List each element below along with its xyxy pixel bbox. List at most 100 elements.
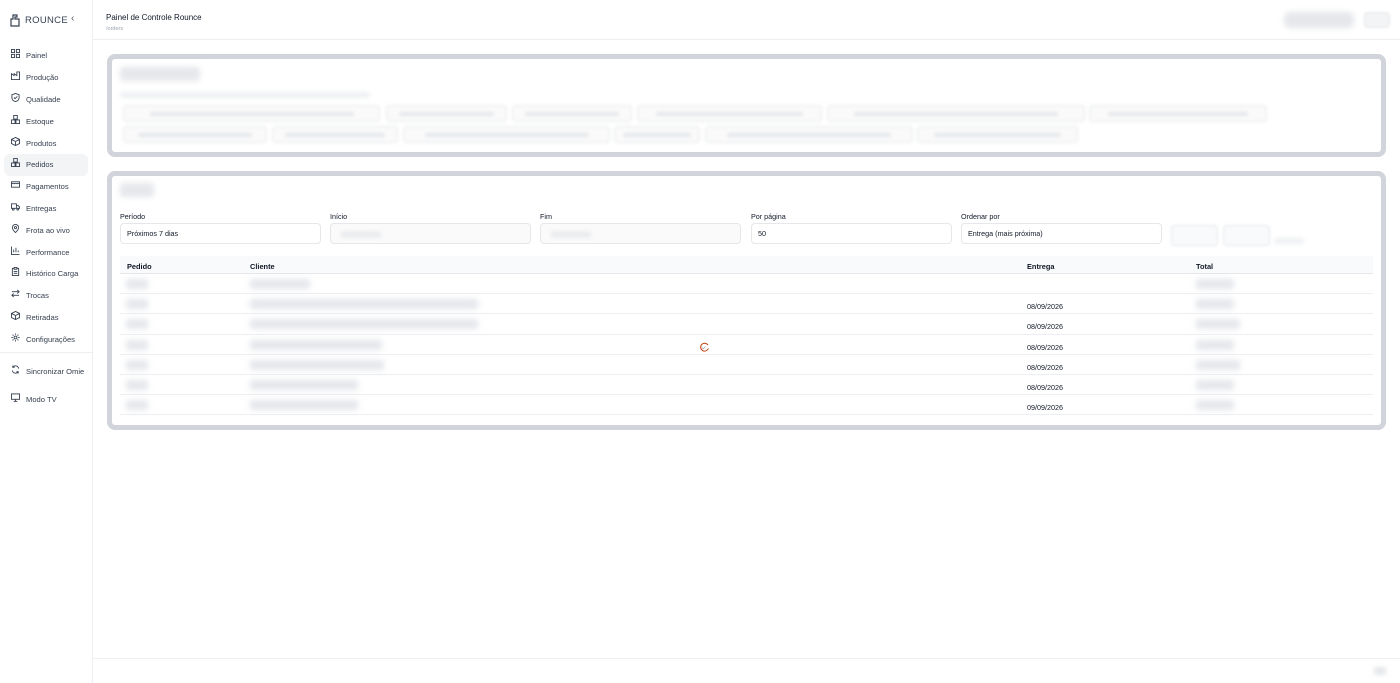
sidebar-item-label: Trocas — [26, 291, 49, 301]
sidebar-item-label: Produtos — [26, 138, 57, 148]
client-cell — [250, 339, 382, 350]
summary-card — [107, 54, 1386, 157]
credit-card-icon — [10, 180, 20, 190]
rounce-logo-icon — [10, 13, 20, 27]
column-header-pedido[interactable]: Pedido — [127, 262, 152, 271]
order-id-cell — [126, 339, 148, 350]
table-row[interactable] — [120, 274, 1373, 295]
result-count — [1274, 238, 1304, 244]
column-header-cliente[interactable]: Cliente — [250, 262, 275, 271]
sidebar-item-produtos[interactable]: Produtos — [4, 132, 88, 154]
filter-chip[interactable] — [123, 105, 380, 122]
sidebar-item-label: Pedidos — [26, 160, 54, 170]
header-action-button[interactable] — [1364, 12, 1390, 28]
order-id-cell — [126, 299, 148, 310]
spinner-icon — [700, 342, 709, 352]
sidebar-item-label: Produção — [26, 73, 59, 83]
table-header: Pedido Cliente Entrega Total — [120, 256, 1373, 274]
delivery-date-cell: 08/09/2026 — [1027, 362, 1063, 372]
filter-chip[interactable] — [917, 126, 1078, 143]
filter-chip[interactable] — [123, 126, 267, 143]
order-id-cell — [126, 319, 148, 330]
user-menu[interactable] — [1284, 12, 1354, 28]
per-page-label: Por página — [751, 212, 786, 221]
order-id-cell — [126, 359, 148, 370]
clipboard-icon — [10, 267, 20, 277]
per-page-input[interactable]: 50 — [751, 223, 952, 244]
route-path: /orders — [106, 26, 124, 32]
boxes-icon — [10, 114, 20, 124]
filter-chip[interactable] — [403, 126, 610, 143]
sidebar-item-label: Pagamentos — [26, 182, 69, 192]
period-label: Período — [120, 212, 146, 221]
end-date-label: Fim — [540, 212, 552, 221]
sidebar: ROUNCE ‹ Painel Produção Qualidade Estoq… — [0, 0, 93, 683]
clear-filters-button[interactable] — [1223, 225, 1270, 246]
sidebar-item-estoque[interactable]: Estoque — [4, 110, 88, 132]
sidebar-item-frota-ao-vivo[interactable]: Frota ao vivo — [4, 219, 88, 241]
tv-mode-button[interactable]: Modo TV — [4, 385, 88, 413]
sidebar-item-label: Qualidade — [26, 94, 61, 104]
sidebar-item-entregas[interactable]: Entregas — [4, 198, 88, 220]
orders-table: Pedido Cliente Entrega Total 08/09/2026 … — [120, 256, 1373, 416]
sidebar-item-historico-carga[interactable]: Histórico Carga — [4, 263, 88, 285]
brand: ROUNCE — [10, 12, 68, 28]
boxes-icon — [10, 158, 20, 168]
total-cell — [1196, 379, 1234, 390]
sidebar-item-pagamentos[interactable]: Pagamentos — [4, 176, 88, 198]
delivery-date-cell: 08/09/2026 — [1027, 342, 1063, 352]
filter-chip[interactable] — [1089, 105, 1267, 122]
end-date-input[interactable] — [540, 223, 741, 244]
order-id-cell — [126, 379, 148, 390]
sort-select[interactable]: Entrega (mais próxima) — [961, 223, 1162, 244]
sidebar-item-label: Retiradas — [26, 312, 59, 322]
apply-filters-button[interactable] — [1171, 225, 1218, 246]
filter-chip[interactable] — [637, 105, 822, 122]
sidebar-item-qualidade[interactable]: Qualidade — [4, 89, 88, 111]
client-cell — [250, 299, 478, 310]
sidebar-item-producao[interactable]: Produção — [4, 67, 88, 89]
filter-chip[interactable] — [705, 126, 913, 143]
column-header-total[interactable]: Total — [1196, 262, 1213, 271]
page-footer — [93, 658, 1400, 683]
delivery-date-cell: 08/09/2026 — [1027, 302, 1063, 312]
filter-chip[interactable] — [614, 126, 700, 143]
dashboard-grid-icon — [10, 49, 20, 59]
table-row[interactable]: 08/09/2026 — [120, 335, 1373, 355]
gear-icon — [10, 332, 20, 342]
filter-chip[interactable] — [827, 105, 1085, 122]
table-row[interactable]: 08/09/2026 — [120, 355, 1373, 375]
delivery-date-cell: 08/09/2026 — [1027, 382, 1063, 392]
sidebar-nav: Painel Produção Qualidade Estoque Produt… — [0, 45, 92, 413]
chevron-left-icon[interactable]: ‹ — [71, 14, 74, 24]
table-row[interactable]: 08/09/2026 — [120, 314, 1373, 335]
total-cell — [1196, 279, 1234, 289]
package-icon — [10, 136, 20, 146]
arrows-swap-icon — [10, 289, 20, 299]
period-select[interactable]: Próximos 7 dias — [120, 223, 321, 244]
column-header-entrega[interactable]: Entrega — [1027, 262, 1055, 271]
filter-chip[interactable] — [386, 105, 507, 122]
sidebar-item-trocas[interactable]: Trocas — [4, 285, 88, 307]
client-cell — [250, 400, 358, 411]
sidebar-item-painel[interactable]: Painel — [4, 45, 88, 67]
filter-chip[interactable] — [272, 126, 398, 143]
sync-omie-button[interactable]: Sincronizar Omie — [4, 357, 88, 385]
sidebar-item-label: Entregas — [26, 203, 57, 213]
shield-check-icon — [10, 92, 20, 102]
sidebar-item-pedidos[interactable]: Pedidos — [4, 153, 88, 176]
table-row[interactable]: 09/09/2026 — [120, 395, 1373, 416]
table-row[interactable]: 08/09/2026 — [120, 375, 1373, 396]
filter-chip[interactable] — [512, 105, 632, 122]
sidebar-divider — [0, 352, 92, 354]
sidebar-item-retiradas[interactable]: Retiradas — [4, 307, 88, 329]
sidebar-item-label: Frota ao vivo — [26, 225, 70, 235]
table-row[interactable]: 08/09/2026 — [120, 294, 1373, 315]
sidebar-item-label: Estoque — [26, 116, 54, 126]
truck-icon — [10, 201, 20, 211]
order-id-cell — [126, 400, 148, 411]
sidebar-item-configuracoes[interactable]: Configurações — [4, 328, 88, 350]
footer-info — [1374, 667, 1386, 675]
sidebar-item-performance[interactable]: Performance — [4, 241, 88, 263]
start-date-input[interactable] — [330, 223, 531, 244]
